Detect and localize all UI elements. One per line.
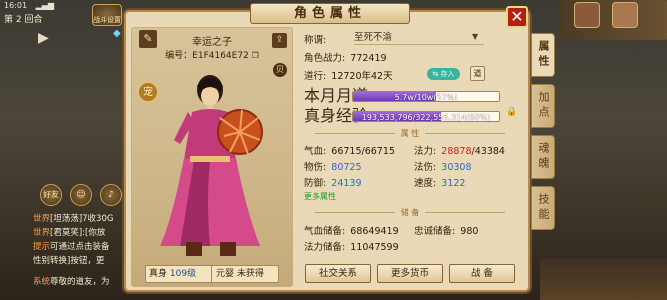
player-avatar[interactable]	[612, 2, 638, 28]
copy-icon[interactable]: ❐	[252, 51, 259, 60]
chevron-down-icon[interactable]: ▼	[472, 32, 484, 44]
hp-store-row: 气血储备: 68649419	[304, 226, 399, 237]
chat-line: 世界[坦荡荡]7收30G	[33, 214, 114, 224]
level-bar: 真身 109级 元婴 未获得	[145, 265, 279, 283]
round-label: 第 2 回合	[4, 15, 43, 25]
battle-settings-button[interactable]: 战斗设置	[92, 4, 122, 26]
pet-avatar[interactable]	[574, 2, 600, 28]
matk-row: 法伤: 30308	[414, 162, 472, 173]
attr-section-header: 属 性	[304, 128, 516, 139]
month-dao-bar: 5.7w/10w(57%)	[352, 91, 500, 102]
title-row: 称谓:	[304, 35, 327, 46]
friend-button[interactable]: 好友	[40, 184, 62, 206]
microphone-icon[interactable]: ♪	[100, 184, 122, 206]
clock: 16:01	[4, 1, 28, 10]
deposit-badge[interactable]: ⇆ 存入	[427, 68, 460, 80]
top-right-hud	[560, 0, 667, 40]
spd-row: 速度: 3122	[414, 178, 466, 189]
bei-icon[interactable]: 贝	[273, 63, 287, 77]
loyal-store-row: 忠诚储备: 980	[414, 226, 479, 237]
chat-line: 系统尊敬的道友，为	[33, 277, 110, 287]
bottom-right-hud	[540, 258, 667, 300]
dao-row: 道行: 12720年42天	[304, 71, 393, 82]
title-select[interactable]: 至死不渝	[354, 31, 484, 45]
mp-row: 法力: 28878/43384	[414, 146, 505, 157]
hp-row: 气血: 66715/66715	[304, 146, 395, 157]
def-row: 防御: 24139	[304, 178, 362, 189]
tab-attributes[interactable]: 属性	[531, 33, 555, 77]
mp-store-row: 法力储备: 11047599	[304, 242, 399, 253]
tab-skills[interactable]: 技能	[531, 186, 555, 230]
signal-icon: ▂▄▆	[35, 1, 55, 10]
power-row: 角色战力: 772419	[304, 53, 387, 64]
panel-title: 角色属性	[250, 3, 410, 24]
patk-row: 物伤: 80725	[304, 162, 362, 173]
character-figure	[160, 75, 263, 256]
battle-prep-button[interactable]: 战 备	[449, 264, 515, 283]
tab-soul[interactable]: 魂魄	[531, 135, 555, 179]
play-arrow-icon[interactable]: ▶	[38, 30, 49, 46]
tab-points[interactable]: 加点	[531, 84, 555, 128]
currency-button[interactable]: 更多货币	[377, 264, 443, 283]
more-attributes-link[interactable]: 更多属性	[304, 190, 336, 204]
emoji-icon[interactable]: ☺	[70, 184, 92, 206]
gem-icon: ◆	[113, 28, 121, 39]
character-name: 幸运之子	[192, 37, 232, 48]
chat-line: 提示可通过点击装备	[33, 242, 110, 252]
store-section-header: 储 备	[304, 207, 516, 218]
lock-icon[interactable]: 🔒	[505, 107, 519, 122]
social-button[interactable]: 社交关系	[305, 264, 371, 283]
share-icon[interactable]: ⇪	[272, 33, 287, 48]
close-button[interactable]: ✕	[506, 6, 528, 28]
chat-line: 世界[君莫笑]:[你放	[33, 228, 106, 238]
exp-bar: 193,533,796/322,556,314(60%)	[352, 111, 500, 122]
character-id: 编号：E1F4164E72 ❐	[165, 51, 259, 61]
dao-button[interactable]: 道	[470, 66, 485, 81]
chat-line: 性别转换]按钮，更	[33, 256, 105, 266]
